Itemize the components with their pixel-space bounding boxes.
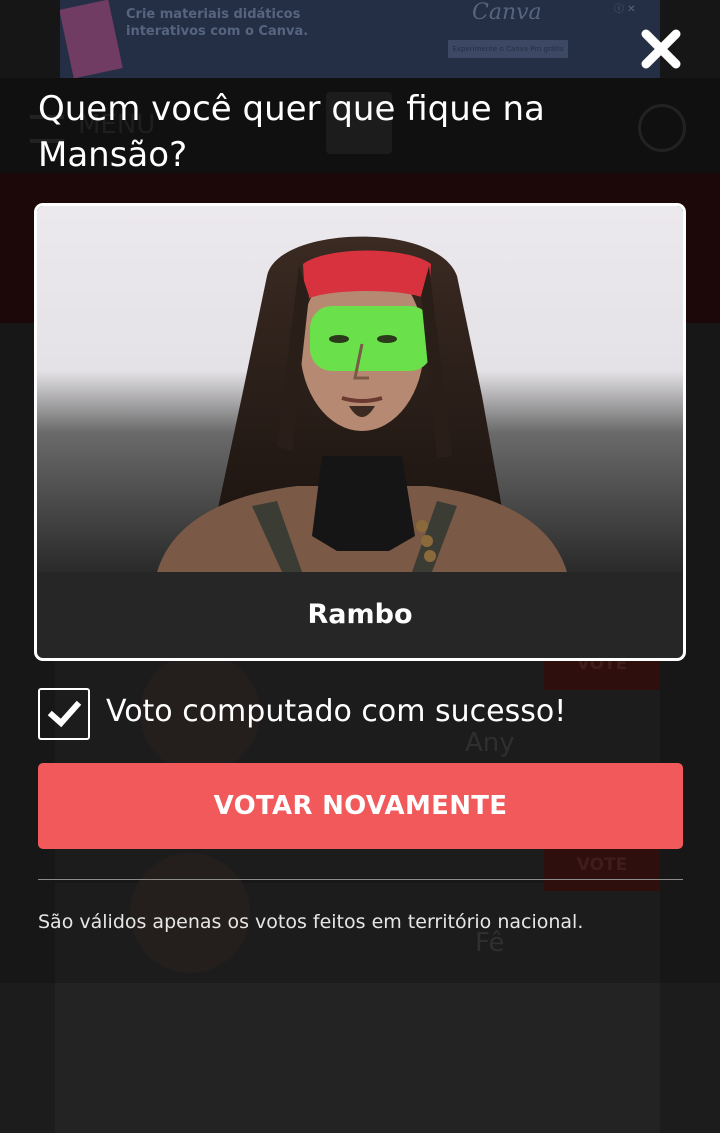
vote-again-button[interactable]: VOTAR NOVAMENTE [38,763,683,849]
candidate-photo [37,206,683,572]
check-icon [47,700,82,728]
candidate-name: Rambo [307,599,413,630]
vote-success-row: Voto computado com sucesso! [38,688,678,744]
footnote: São válidos apenas os votos feitos em te… [38,911,584,933]
success-message: Voto computado com sucesso! [106,694,567,729]
modal-title: Quem você quer que fique na Mansão? [38,89,545,175]
close-icon [641,29,681,69]
candidate-card[interactable]: Rambo [34,203,686,661]
close-button[interactable] [636,24,686,74]
success-checkbox[interactable] [38,688,90,740]
divider [38,879,683,880]
